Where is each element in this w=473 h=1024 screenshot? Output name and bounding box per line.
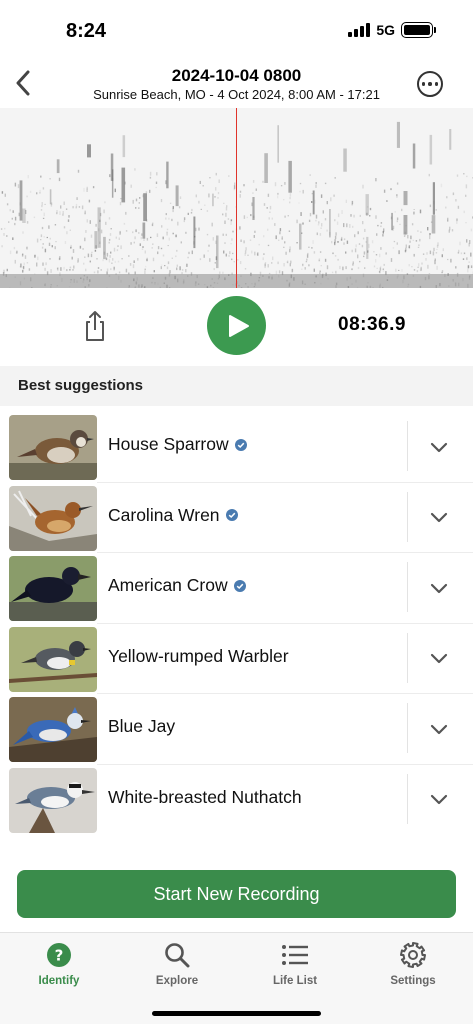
status-time: 8:24 <box>66 20 107 42</box>
bird-name: American Crow <box>108 575 246 596</box>
play-icon <box>228 314 249 337</box>
tab-label: Life List <box>272 975 318 987</box>
verified-badge-icon <box>233 579 246 592</box>
expand-button[interactable] <box>424 505 454 531</box>
bird-name: Yellow-rumped Warbler <box>108 646 289 667</box>
bird-photo <box>9 485 97 551</box>
spectrogram[interactable] <box>0 108 473 288</box>
bird-photo <box>9 556 97 621</box>
more-options-button[interactable] <box>417 71 443 97</box>
tab-bar: ? Identify Explore Life List Settings <box>0 932 473 1024</box>
status-indicators: 5G <box>348 22 436 38</box>
chevron-down-icon <box>430 512 448 523</box>
bird-name: White-breasted Nuthatch <box>108 787 302 808</box>
battery-icon <box>401 22 436 38</box>
tab-label: Explore <box>155 975 199 987</box>
recording-title: 2024-10-04 0800 <box>171 66 302 85</box>
bird-photo <box>9 697 97 762</box>
share-icon <box>86 311 104 341</box>
bird-name-label: Yellow-rumped Warbler <box>108 645 289 666</box>
bird-photo <box>9 626 97 692</box>
tab-settings[interactable]: Settings <box>358 941 468 987</box>
bird-name: House Sparrow <box>108 434 247 455</box>
bird-name-label: Blue Jay <box>108 716 176 736</box>
expand-button[interactable] <box>424 646 454 672</box>
status-bar: 8:24 5G <box>0 0 473 62</box>
chevron-down-icon <box>430 794 448 805</box>
verified-badge-icon <box>225 509 238 521</box>
bird-name-label: House Sparrow <box>108 434 229 454</box>
tab-identify[interactable]: ? Identify <box>4 941 114 987</box>
bird-name-label: American Crow <box>108 575 228 595</box>
tab-explore[interactable]: Explore <box>122 941 232 987</box>
bird-name: Blue Jay <box>108 716 175 737</box>
chevron-down-icon <box>430 653 448 664</box>
chevron-down-icon <box>430 583 448 593</box>
section-title: Best suggestions <box>18 377 144 394</box>
bird-name-label: White-breasted Nuthatch <box>108 786 302 807</box>
expand-button[interactable] <box>424 716 454 742</box>
ellipsis-circle-icon <box>421 82 426 86</box>
elapsed-time: 08:36.9 <box>338 314 406 335</box>
bird-name: Carolina Wren <box>108 505 238 526</box>
suggestion-row[interactable]: White-breasted Nuthatch <box>0 765 473 836</box>
player-controls: 08:36.9 <box>0 288 473 366</box>
suggestion-row[interactable]: Carolina Wren <box>0 483 473 553</box>
network-label: 5G <box>376 22 395 38</box>
bird-name-label: Carolina Wren <box>108 504 220 525</box>
bird-photo <box>9 767 97 833</box>
tab-label: Identify <box>38 975 80 987</box>
row-divider <box>407 421 408 471</box>
recording-header: 2024-10-04 0800 Sunrise Beach, MO - 4 Oc… <box>0 62 473 108</box>
row-divider <box>407 491 408 542</box>
suggestions-list: House Sparrow Carolina Wren American Cro… <box>0 412 473 835</box>
play-button[interactable] <box>207 296 266 355</box>
home-indicator <box>152 1011 321 1016</box>
search-icon <box>163 941 191 969</box>
gear-icon <box>399 941 427 969</box>
question-circle-icon: ? <box>45 941 73 969</box>
recording-subtitle: Sunrise Beach, MO - 4 Oct 2024, 8:00 AM … <box>93 87 380 102</box>
row-divider <box>407 773 408 824</box>
suggestion-row[interactable]: Blue Jay <box>0 694 473 765</box>
section-header: Best suggestions <box>0 366 473 406</box>
suggestion-row[interactable]: House Sparrow <box>0 412 473 483</box>
expand-button[interactable] <box>424 434 454 460</box>
playhead-line[interactable] <box>236 108 237 288</box>
svg-text:?: ? <box>55 947 64 965</box>
row-divider <box>407 632 408 683</box>
verified-badge-icon <box>234 438 247 451</box>
share-button[interactable] <box>82 310 108 342</box>
row-divider <box>407 703 408 753</box>
suggestion-row[interactable]: American Crow <box>0 553 473 624</box>
bird-photo <box>9 415 97 480</box>
row-divider <box>407 562 408 612</box>
signal-icon <box>348 23 371 37</box>
chevron-down-icon <box>430 442 448 452</box>
tab-life-list[interactable]: Life List <box>240 941 350 987</box>
start-new-recording-button[interactable]: Start New Recording <box>17 870 456 918</box>
list-icon <box>281 941 309 969</box>
expand-button[interactable] <box>424 787 454 813</box>
chevron-down-icon <box>430 724 448 734</box>
tab-label: Settings <box>390 975 436 987</box>
suggestion-row[interactable]: Yellow-rumped Warbler <box>0 624 473 694</box>
expand-button[interactable] <box>424 575 454 601</box>
